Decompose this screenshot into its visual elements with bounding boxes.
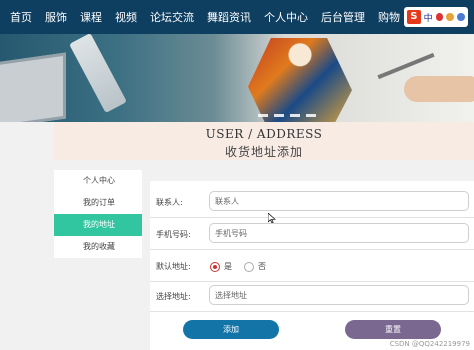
banner-phone-image bbox=[69, 34, 127, 114]
nav-item-admin[interactable]: 后台管理 bbox=[321, 9, 365, 25]
phone-label: 手机号码: bbox=[156, 230, 191, 239]
banner-laptop-image bbox=[0, 52, 66, 122]
page-title-zh: 收货地址添加 bbox=[224, 145, 303, 159]
ime-skin-icon[interactable] bbox=[457, 13, 465, 21]
add-button[interactable]: 添加 bbox=[183, 320, 279, 339]
sidebar-item-user-center[interactable]: 个人中心 bbox=[54, 170, 142, 192]
nav-item-user-center[interactable]: 个人中心 bbox=[264, 9, 308, 25]
carousel-indicators bbox=[258, 114, 316, 117]
contact-input[interactable] bbox=[209, 191, 469, 211]
ime-language-indicator[interactable]: 中 bbox=[424, 11, 433, 24]
address-label: 选择地址: bbox=[156, 292, 191, 301]
sogou-logo-icon: S bbox=[407, 10, 421, 24]
default-yes-label: 是 bbox=[224, 262, 232, 271]
page-heading: USER / ADDRESS 收货地址添加 bbox=[54, 122, 474, 160]
address-row: 选择地址: bbox=[150, 283, 474, 312]
mouse-cursor-icon bbox=[268, 213, 276, 223]
nav-item-courses[interactable]: 课程 bbox=[80, 9, 102, 25]
address-select-input[interactable] bbox=[209, 285, 469, 305]
ime-status-icon[interactable] bbox=[435, 13, 444, 21]
banner-opera-figure-image bbox=[248, 38, 352, 122]
page-title-en: USER / ADDRESS bbox=[205, 127, 323, 141]
top-navigation: 首页 服饰 课程 视频 论坛交流 舞蹈资讯 个人中心 后台管理 购物 S 中 bbox=[0, 0, 474, 34]
nav-item-clothing[interactable]: 服饰 bbox=[45, 9, 67, 25]
user-sidebar: 个人中心 我的订单 我的地址 我的收藏 bbox=[54, 170, 142, 258]
carousel-dot[interactable] bbox=[306, 114, 316, 117]
carousel-dot[interactable] bbox=[290, 114, 300, 117]
sidebar-item-my-orders[interactable]: 我的订单 bbox=[54, 192, 142, 214]
contact-label: 联系人: bbox=[156, 198, 183, 207]
default-yes-radio[interactable] bbox=[210, 261, 220, 272]
sidebar-item-my-favorites[interactable]: 我的收藏 bbox=[54, 236, 142, 258]
reset-button[interactable]: 重置 bbox=[345, 320, 441, 339]
default-no-label: 否 bbox=[258, 262, 266, 271]
carousel-dot[interactable] bbox=[258, 114, 268, 117]
nav-item-shopping[interactable]: 购物 bbox=[378, 9, 400, 25]
nav-item-home[interactable]: 首页 bbox=[10, 9, 32, 25]
default-address-radio-group: 是 否 bbox=[210, 261, 278, 272]
default-address-label: 默认地址: bbox=[156, 262, 191, 271]
ime-emoji-icon[interactable] bbox=[446, 13, 455, 21]
watermark-text: CSDN @QQ242219979 bbox=[389, 340, 470, 348]
default-address-row: 默认地址: 是 否 bbox=[150, 253, 474, 282]
nav-item-videos[interactable]: 视频 bbox=[115, 9, 137, 25]
default-no-radio[interactable] bbox=[244, 261, 254, 272]
address-form: 联系人: 手机号码: 默认地址: 是 否 选择地址: 添加 重置 bbox=[150, 181, 474, 350]
carousel-dot[interactable] bbox=[274, 114, 284, 117]
ime-toolbar[interactable]: S 中 bbox=[404, 7, 468, 27]
phone-row: 手机号码: bbox=[150, 221, 474, 250]
nav-item-forum[interactable]: 论坛交流 bbox=[150, 9, 194, 25]
nav-item-dance-news[interactable]: 舞蹈资讯 bbox=[207, 9, 251, 25]
sidebar-item-my-address[interactable]: 我的地址 bbox=[54, 214, 142, 236]
banner-hand-image bbox=[404, 76, 474, 102]
contact-row: 联系人: bbox=[150, 189, 474, 218]
phone-input[interactable] bbox=[209, 223, 469, 243]
banner-carousel[interactable] bbox=[0, 34, 474, 122]
